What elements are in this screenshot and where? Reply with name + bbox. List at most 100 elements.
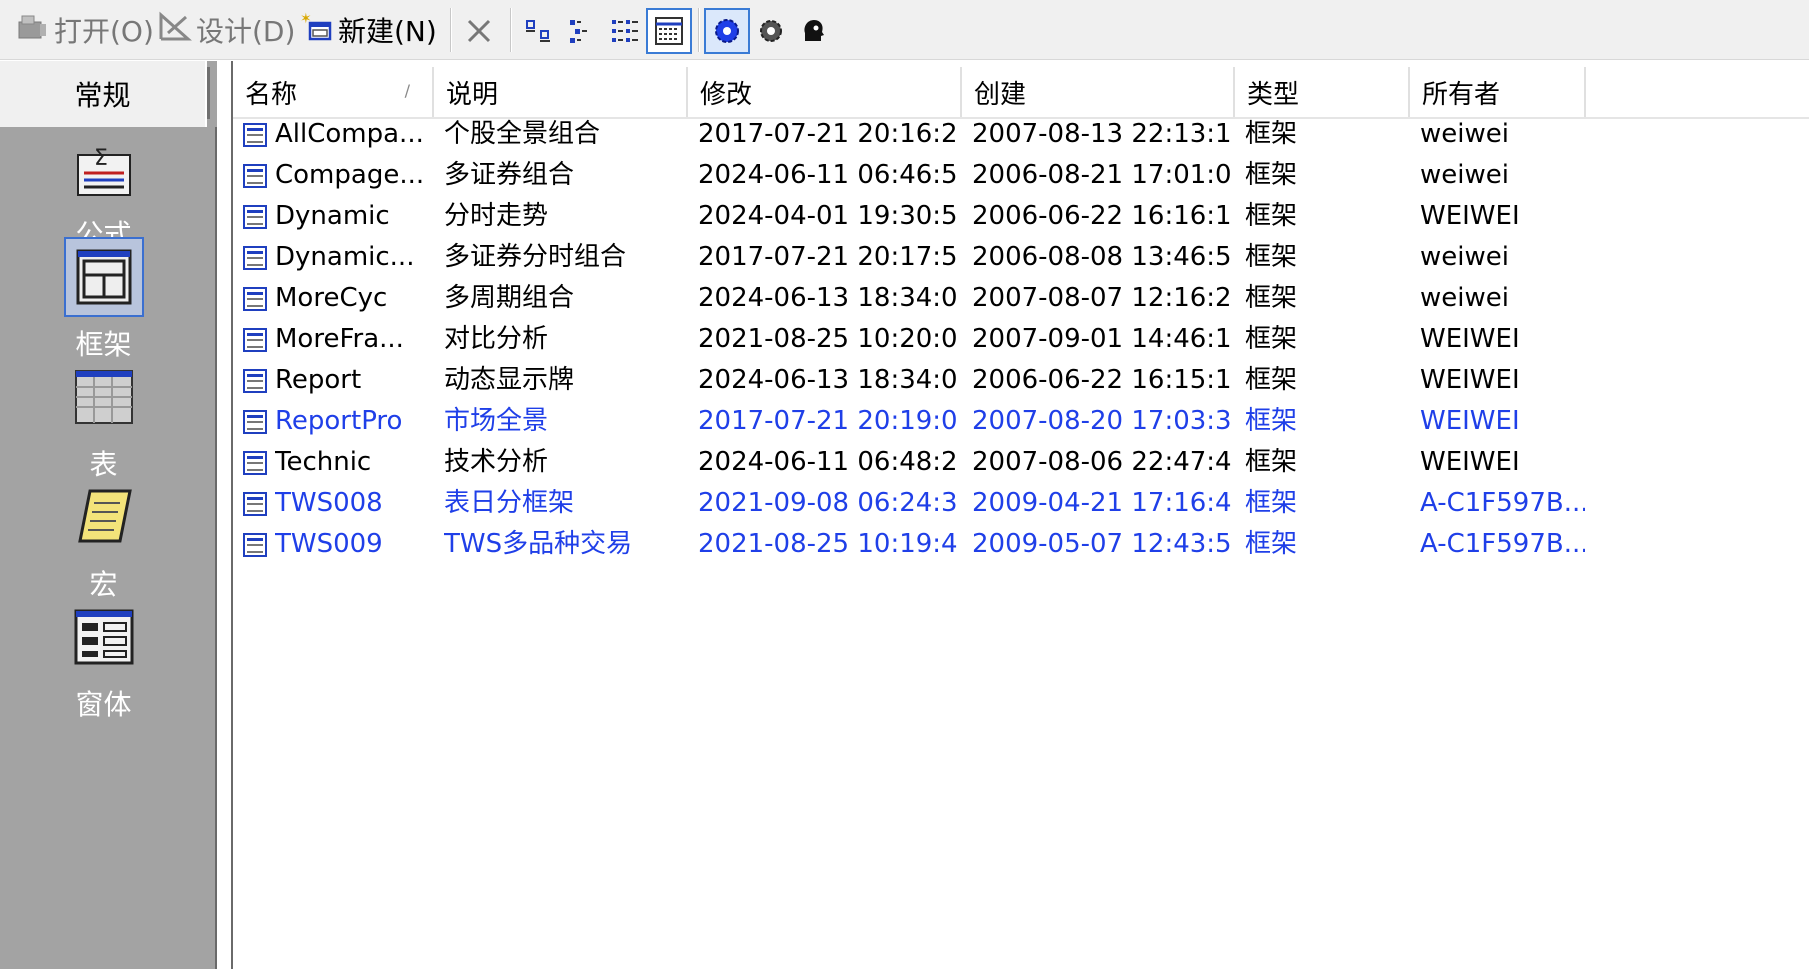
cell-name: MoreFra... bbox=[275, 324, 404, 354]
details-view-button[interactable] bbox=[646, 8, 692, 54]
cell-name: AllCompa... bbox=[275, 119, 424, 149]
cell-name: Dynamic... bbox=[275, 242, 415, 272]
cell-name: Technic bbox=[275, 447, 372, 477]
filter-gear-blue-button[interactable] bbox=[704, 8, 750, 54]
new-button[interactable]: ✶ 新建(N) bbox=[300, 8, 437, 52]
formula-icon: Σ bbox=[64, 127, 144, 207]
table-row[interactable]: ReportPro 市场全景 2017-07-21 20:19:09 2007-08-… bbox=[233, 398, 1809, 445]
frame-file-icon bbox=[243, 123, 267, 147]
cell-type: 框架 bbox=[1245, 529, 1298, 559]
cell-created: 2009-05-07 12:43:56 bbox=[972, 529, 1232, 559]
macro-scroll-icon bbox=[64, 477, 144, 557]
list-view-icon bbox=[612, 20, 638, 42]
cell-type: 框架 bbox=[1245, 119, 1298, 149]
cell-modified: 2021-08-25 10:20:03 bbox=[698, 324, 958, 354]
cell-name: Report bbox=[275, 365, 362, 395]
sidebar-item-form[interactable]: 窗体 bbox=[0, 597, 207, 733]
file-list[interactable]: 名称 / 说明 修改 创建 类型 所有者 AllCompa... 个股全景组合 20… bbox=[231, 61, 1809, 969]
design-button[interactable]: 设计(D) bbox=[158, 8, 295, 52]
toolbar-separator bbox=[450, 8, 452, 52]
small-icons-view-icon bbox=[570, 20, 587, 43]
cell-owner: WEIWEI bbox=[1420, 324, 1520, 354]
table-row[interactable]: Report 动态显示牌 2024-06-13 18:34:04 2006-06-22… bbox=[233, 357, 1809, 404]
open-button[interactable]: 打开(O) bbox=[16, 8, 154, 52]
list-view-button[interactable] bbox=[602, 8, 648, 54]
sidebar-item-label: 窗体 bbox=[75, 688, 132, 721]
table-row[interactable]: Dynamic... 多证券分时组合 2017-07-21 20:17:55 2006… bbox=[233, 234, 1809, 281]
sidebar-tab-edge bbox=[207, 67, 210, 119]
cell-owner: WEIWEI bbox=[1420, 447, 1520, 477]
cell-type: 框架 bbox=[1245, 365, 1298, 395]
cell-name: MoreCyc bbox=[275, 283, 388, 313]
cell-owner: weiwei bbox=[1420, 160, 1509, 190]
cell-created: 2009-04-21 17:16:49 bbox=[972, 488, 1232, 518]
cell-name: TWS009 bbox=[275, 529, 383, 559]
cell-description: 市场全景 bbox=[444, 406, 549, 436]
column-header-name[interactable]: 名称 / bbox=[233, 67, 434, 117]
toolbar: 打开(O) 设计(D) ✶ 新建(N) bbox=[0, 0, 1809, 60]
column-header-description[interactable]: 说明 bbox=[434, 67, 688, 117]
cell-name: Compage... bbox=[275, 160, 425, 190]
cell-owner: A-C1F597B... bbox=[1420, 488, 1585, 518]
sidebar-item-table[interactable]: 表 bbox=[0, 357, 207, 493]
column-header-created[interactable]: 创建 bbox=[962, 67, 1235, 117]
sidebar-splitter[interactable] bbox=[207, 127, 217, 969]
cell-description: TWS多品种交易 bbox=[444, 529, 633, 559]
table-row[interactable]: MoreCyc 多周期组合 2024-06-13 18:34:04 2007-08-0… bbox=[233, 275, 1809, 322]
cell-created: 2006-08-21 17:01:04 bbox=[972, 160, 1232, 190]
delete-button[interactable] bbox=[456, 8, 502, 54]
table-row[interactable]: Dynamic 分时走势 2024-04-01 19:30:50 2006-06-22… bbox=[233, 193, 1809, 240]
cell-modified: 2021-08-25 10:19:47 bbox=[698, 529, 958, 559]
table-row[interactable]: Compage... 多证券组合 2024-06-11 06:46:56 2006-0… bbox=[233, 152, 1809, 199]
new-icon: ✶ bbox=[300, 11, 334, 50]
user-filter-button[interactable] bbox=[790, 8, 836, 54]
table-icon bbox=[64, 357, 144, 437]
gray-gear-icon bbox=[760, 20, 782, 42]
cell-modified: 2024-06-11 06:48:22 bbox=[698, 447, 958, 477]
column-header-type[interactable]: 类型 bbox=[1235, 67, 1410, 117]
sidebar-item-macro[interactable]: 宏 bbox=[0, 477, 207, 613]
large-icons-view-button[interactable] bbox=[516, 8, 562, 54]
frame-file-icon bbox=[243, 369, 267, 393]
cell-description: 对比分析 bbox=[444, 324, 549, 354]
cell-description: 表日分框架 bbox=[444, 488, 575, 518]
sort-indicator: / bbox=[404, 81, 410, 100]
cell-owner: WEIWEI bbox=[1420, 406, 1520, 436]
cell-created: 2007-08-06 22:47:41 bbox=[972, 447, 1232, 477]
cell-description: 多证券组合 bbox=[444, 160, 575, 190]
cell-type: 框架 bbox=[1245, 324, 1298, 354]
small-icons-view-button[interactable] bbox=[560, 8, 606, 54]
form-icon bbox=[64, 597, 144, 677]
filter-gear-gray-button[interactable] bbox=[748, 8, 794, 54]
open-icon bbox=[16, 12, 50, 49]
cell-type: 框架 bbox=[1245, 447, 1298, 477]
cell-created: 2006-08-08 13:46:52 bbox=[972, 242, 1232, 272]
cell-created: 2007-09-01 14:46:17 bbox=[972, 324, 1232, 354]
cell-type: 框架 bbox=[1245, 201, 1298, 231]
user-head-icon bbox=[804, 20, 824, 41]
table-row[interactable]: MoreFra... 对比分析 2021-08-25 10:20:03 2007-09… bbox=[233, 316, 1809, 363]
cell-modified: 2024-06-13 18:34:04 bbox=[698, 283, 958, 313]
table-row[interactable]: TWS008 表日分框架 2021-09-08 06:24:31 2009-04-21… bbox=[233, 480, 1809, 527]
column-header-owner[interactable]: 所有者 bbox=[1410, 67, 1586, 117]
frame-file-icon bbox=[243, 328, 267, 352]
cell-created: 2007-08-13 22:13:17 bbox=[972, 119, 1232, 149]
cell-type: 框架 bbox=[1245, 406, 1298, 436]
cell-modified: 2024-04-01 19:30:50 bbox=[698, 201, 958, 231]
cell-modified: 2017-07-21 20:16:26 bbox=[698, 119, 958, 149]
sidebar-tab-label: 常规 bbox=[74, 79, 131, 112]
frame-file-icon bbox=[243, 451, 267, 475]
column-header-modified[interactable]: 修改 bbox=[688, 67, 962, 117]
sidebar-tab-general[interactable]: 常规 bbox=[0, 61, 207, 127]
cell-created: 2006-06-22 16:16:19 bbox=[972, 201, 1232, 231]
table-row[interactable]: TWS009 TWS多品种交易 2021-08-25 10:19:47 2009-05… bbox=[233, 521, 1809, 568]
table-row[interactable]: AllCompa... 个股全景组合 2017-07-21 20:16:26 2007… bbox=[233, 111, 1809, 158]
frame-file-icon bbox=[243, 164, 267, 188]
cell-owner: WEIWEI bbox=[1420, 201, 1520, 231]
cell-modified: 2017-07-21 20:17:55 bbox=[698, 242, 958, 272]
cell-modified: 2024-06-11 06:46:56 bbox=[698, 160, 958, 190]
table-row[interactable]: Technic 技术分析 2024-06-11 06:48:22 2007-08-06… bbox=[233, 439, 1809, 486]
cell-name: TWS008 bbox=[275, 488, 383, 518]
frame-file-icon bbox=[243, 246, 267, 270]
sidebar-item-frame[interactable]: 框架 bbox=[0, 237, 207, 373]
